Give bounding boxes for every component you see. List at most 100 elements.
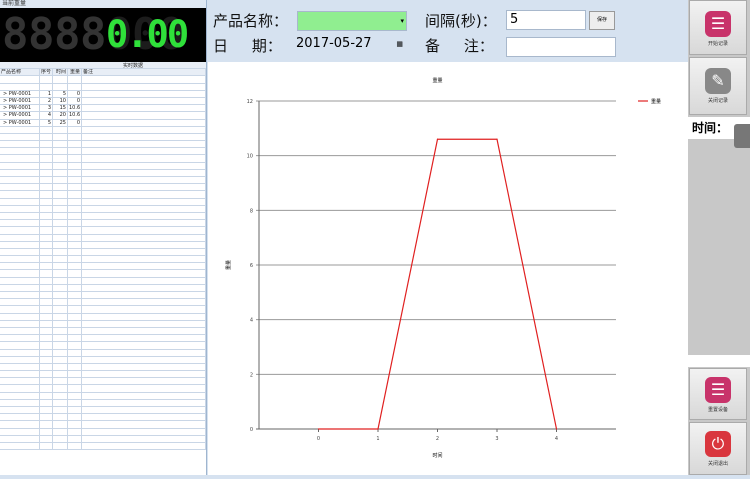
cell (0, 407, 40, 414)
stop-record-button[interactable]: ✎ 关闭记录 (689, 57, 747, 115)
table-row[interactable] (0, 212, 206, 221)
table-row[interactable] (0, 349, 206, 357)
table-row[interactable] (0, 191, 206, 199)
table-row[interactable]: > PW-0001 1 5 0 (0, 90, 206, 98)
table-row[interactable] (0, 407, 206, 415)
table-row[interactable] (0, 162, 206, 170)
note-input[interactable] (506, 37, 616, 57)
table-row[interactable] (0, 363, 206, 372)
table-row[interactable]: > PW-0001 5 25 0 (0, 119, 206, 127)
cell (40, 141, 53, 148)
table-row[interactable] (0, 148, 206, 156)
interval-input[interactable]: 5 (506, 10, 586, 30)
cell (53, 241, 68, 248)
table-row[interactable] (0, 177, 206, 185)
cell (68, 327, 82, 335)
product-select[interactable]: ▾ (297, 11, 407, 31)
date-picker[interactable]: 2017-05-27 ▦ (293, 35, 405, 55)
edit-icon: ✎ (705, 68, 731, 94)
table-row[interactable] (0, 198, 206, 206)
cell (68, 299, 82, 306)
cell (0, 248, 40, 256)
table-row[interactable] (0, 306, 206, 314)
table-row[interactable] (0, 184, 206, 192)
table-row[interactable]: > PW-0001 4 20 10.6 (0, 112, 206, 120)
table-row[interactable] (0, 385, 206, 393)
table-row[interactable] (0, 256, 206, 264)
table-header: 产品名称 序号 时间 重量 备注 (0, 69, 206, 77)
cell (82, 169, 206, 176)
table-row[interactable] (0, 421, 206, 429)
cell (40, 198, 53, 205)
x-axis-label: 时间 (432, 452, 442, 459)
table-row[interactable] (0, 313, 206, 321)
weight-value: 0.00 (106, 13, 189, 56)
x-tick-label: 0 (317, 436, 320, 442)
table-row[interactable] (0, 342, 206, 350)
table-row[interactable] (0, 270, 206, 278)
cell (68, 292, 82, 299)
date-value: 2017-05-27 (296, 36, 372, 51)
table-row[interactable] (0, 414, 206, 422)
table-row[interactable] (0, 428, 206, 436)
cell (68, 184, 82, 191)
table-row[interactable] (0, 435, 206, 443)
table-row[interactable] (0, 320, 206, 328)
cell (53, 133, 68, 141)
table-row[interactable] (0, 234, 206, 242)
cell (53, 227, 68, 234)
start-record-button[interactable]: ☰ 开始记录 (689, 0, 747, 55)
data-point (436, 138, 439, 140)
table-row[interactable]: > PW-0001 2 10 0 (0, 97, 206, 106)
table-row[interactable] (0, 371, 206, 379)
cell (40, 162, 53, 169)
cell (0, 299, 40, 306)
cell (68, 220, 82, 227)
cell (53, 198, 68, 205)
table-row[interactable] (0, 76, 206, 84)
table-row[interactable] (0, 299, 206, 307)
table-row[interactable] (0, 141, 206, 149)
table-row[interactable] (0, 356, 206, 364)
table-row[interactable] (0, 327, 206, 336)
table-row[interactable] (0, 392, 206, 400)
cell (40, 335, 53, 342)
product-label: 产品名称： (213, 12, 289, 30)
cell (53, 248, 68, 256)
table-row[interactable] (0, 292, 206, 300)
table-row[interactable] (0, 220, 206, 228)
cell (82, 435, 206, 442)
table-row[interactable] (0, 378, 206, 386)
toggle-tab[interactable] (734, 124, 750, 148)
table-row[interactable] (0, 227, 206, 235)
cell (53, 356, 68, 363)
save-button[interactable]: 保存 (589, 11, 615, 30)
table-row[interactable] (0, 442, 206, 451)
table-row[interactable] (0, 241, 206, 249)
table-row[interactable] (0, 399, 206, 407)
cell (0, 241, 40, 248)
table-row[interactable] (0, 169, 206, 177)
table-row[interactable] (0, 248, 206, 257)
cell (0, 133, 40, 141)
cell (40, 421, 53, 428)
table-row[interactable] (0, 83, 206, 91)
cell (53, 378, 68, 385)
table-row[interactable] (0, 205, 206, 213)
table-row[interactable] (0, 277, 206, 285)
cell (0, 320, 40, 327)
reset-device-button[interactable]: ☰ 重置设备 (689, 368, 747, 420)
table-row[interactable] (0, 284, 206, 292)
start-record-label: 开始记录 (707, 41, 728, 47)
table-row[interactable] (0, 126, 206, 134)
cell (0, 205, 40, 212)
cell (82, 155, 206, 162)
cell (68, 198, 82, 205)
cell (0, 442, 40, 450)
table-row[interactable] (0, 335, 206, 343)
table-row[interactable] (0, 133, 206, 142)
table-row[interactable]: > PW-0001 3 15 10.6 (0, 105, 206, 113)
table-row[interactable] (0, 263, 206, 271)
exit-button[interactable]: ⏻ 关闭退出 (689, 422, 747, 475)
table-row[interactable] (0, 155, 206, 163)
